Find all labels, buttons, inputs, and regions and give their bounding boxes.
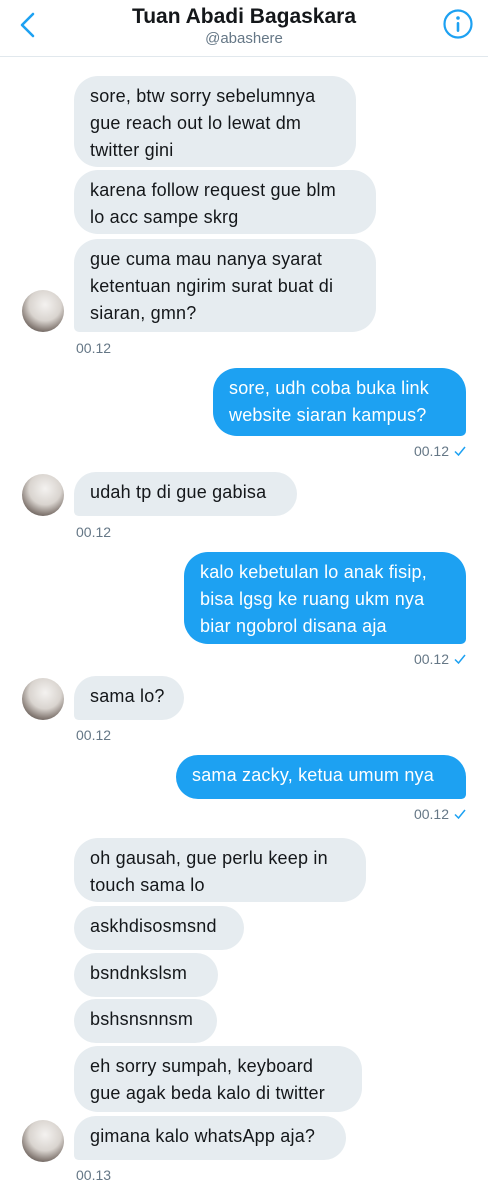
message-text: touch sama lo xyxy=(90,875,205,895)
conversation-header: Tuan Abadi Bagaskara @abashere xyxy=(0,0,488,57)
message-bubble-incoming[interactable]: karena follow request gue blm lo acc sam… xyxy=(74,170,376,234)
message-bubble-incoming[interactable]: gimana kalo whatsApp aja? xyxy=(74,1116,346,1160)
message-text: gue reach out lo lewat dm xyxy=(90,113,302,133)
avatar[interactable] xyxy=(22,290,64,332)
message-text: askhdisosmsnd xyxy=(90,916,217,936)
message-timestamp: 00.12 xyxy=(413,651,449,667)
message-timestamp: 00.12 xyxy=(76,524,112,540)
message-bubble-incoming[interactable]: sama lo? xyxy=(74,676,184,720)
message-bubble-incoming[interactable]: bsndnkslsm xyxy=(74,953,218,997)
message-timestamp-row: 00.12 xyxy=(414,651,466,667)
message-bubble-incoming[interactable]: sore, btw sorry sebelumnya gue reach out… xyxy=(74,76,356,167)
message-bubble-incoming[interactable]: oh gausah, gue perlu keep in touch sama … xyxy=(74,838,366,902)
message-text: twitter gini xyxy=(90,140,174,160)
message-text: sore, btw sorry sebelumnya xyxy=(90,86,316,106)
check-icon xyxy=(454,446,466,456)
message-bubble-incoming[interactable]: eh sorry sumpah, keyboard gue agak beda … xyxy=(74,1046,362,1112)
message-text: siaran, gmn? xyxy=(90,303,197,323)
message-text: bsndnkslsm xyxy=(90,963,188,983)
message-bubble-outgoing[interactable]: sama zacky, ketua umum nya xyxy=(176,755,466,799)
message-text: kalo kebetulan lo anak fisip, xyxy=(200,562,427,582)
message-bubble-incoming[interactable]: bshsnsnnsm xyxy=(74,999,217,1043)
message-timestamp: 00.12 xyxy=(76,340,112,356)
message-timestamp: 00.13 xyxy=(76,1167,112,1183)
avatar[interactable] xyxy=(22,1120,64,1162)
message-text: website siaran kampus? xyxy=(229,405,427,425)
check-icon xyxy=(454,809,466,819)
message-bubble-incoming[interactable]: udah tp di gue gabisa xyxy=(74,472,297,516)
message-timestamp: 00.12 xyxy=(413,443,449,459)
check-icon xyxy=(454,654,466,664)
message-text: karena follow request gue blm xyxy=(90,180,336,200)
conversation-title: Tuan Abadi Bagaskara xyxy=(131,5,357,28)
message-text: sama lo? xyxy=(90,686,165,706)
message-timestamp: 00.12 xyxy=(76,727,112,743)
message-bubble-outgoing[interactable]: kalo kebetulan lo anak fisip, bisa lgsg … xyxy=(184,552,466,644)
message-bubble-outgoing[interactable]: sore, udh coba buka link website siaran … xyxy=(213,368,466,436)
message-text: oh gausah, gue perlu keep in xyxy=(90,848,328,868)
message-text: biar ngobrol disana aja xyxy=(200,616,387,636)
message-bubble-incoming[interactable]: gue cuma mau nanya syarat ketentuan ngir… xyxy=(74,239,376,332)
message-text: gimana kalo whatsApp aja? xyxy=(90,1126,316,1146)
info-icon[interactable] xyxy=(442,8,474,40)
message-timestamp-row: 00.12 xyxy=(414,806,466,822)
message-text: sore, udh coba buka link xyxy=(229,378,429,398)
message-text: udah tp di gue gabisa xyxy=(90,482,267,502)
message-text: sama zacky, ketua umum nya xyxy=(192,765,434,785)
avatar[interactable] xyxy=(22,678,64,720)
message-text: gue agak beda kalo di twitter xyxy=(90,1083,325,1103)
message-text: bisa lgsg ke ruang ukm nya xyxy=(200,589,425,609)
conversation-handle: @abashere xyxy=(205,30,283,47)
message-text: bshsnsnnsm xyxy=(90,1009,194,1029)
message-timestamp-row: 00.12 xyxy=(414,443,466,459)
message-text: eh sorry sumpah, keyboard xyxy=(90,1056,314,1076)
message-bubble-incoming[interactable]: askhdisosmsnd xyxy=(74,906,244,950)
message-text: ketentuan ngirim surat buat di xyxy=(90,276,334,296)
avatar[interactable] xyxy=(22,474,64,516)
message-text: lo acc sampe skrg xyxy=(90,207,239,227)
message-text: gue cuma mau nanya syarat xyxy=(90,249,323,269)
message-timestamp: 00.12 xyxy=(413,806,449,822)
